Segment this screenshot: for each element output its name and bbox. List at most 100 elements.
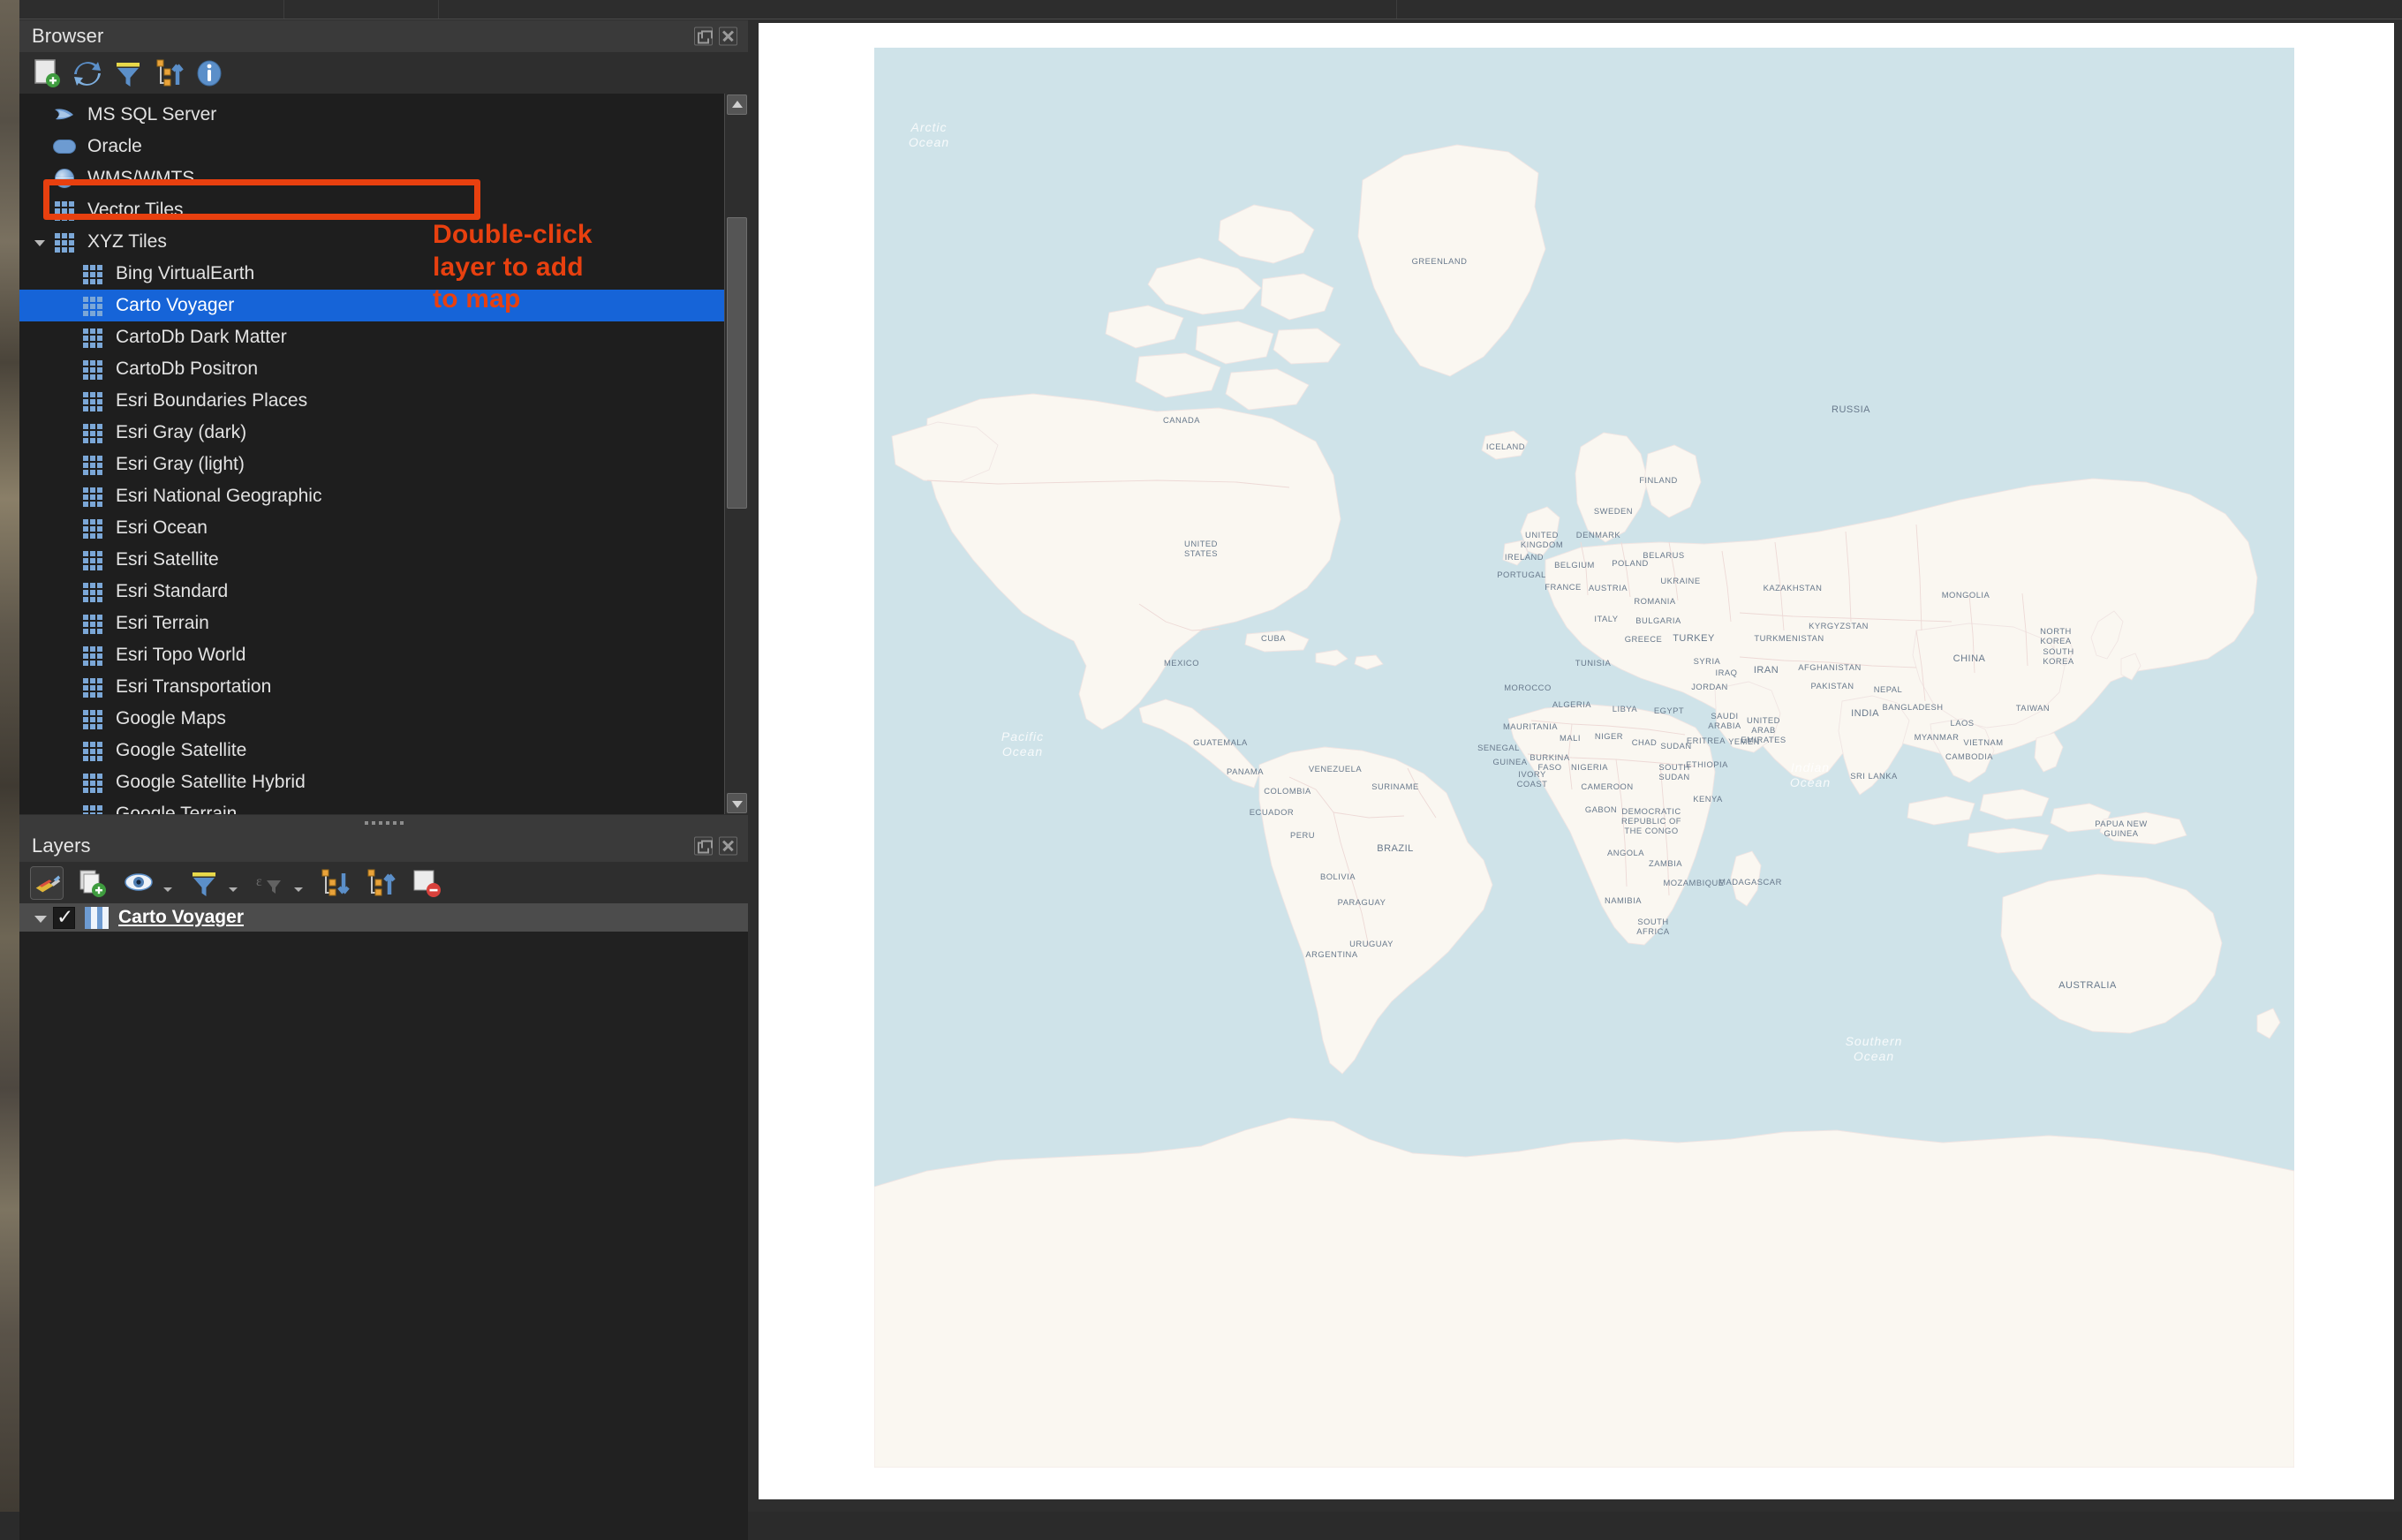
- browser-tree-item-label: Esri National Geographic: [116, 486, 322, 506]
- tiles-grid-icon: [83, 615, 102, 634]
- map-label: AUSTRALIA: [2058, 980, 2117, 991]
- browser-tree-item-esri-gray-dark[interactable]: Esri Gray (dark): [19, 417, 724, 449]
- browser-tree-item-cartodb-dark-matter[interactable]: CartoDb Dark Matter: [19, 321, 724, 353]
- tiles-grid-icon: [83, 328, 102, 348]
- browser-tree-item-cartodb-positron[interactable]: CartoDb Positron: [19, 353, 724, 385]
- browser-tree-item-esri-gray-light[interactable]: Esri Gray (light): [19, 449, 724, 480]
- map-basemap-carto-voyager[interactable]: GREENLAND ICELAND CANADA UNITED STATES MEXICO…: [874, 48, 2294, 1468]
- map-label: IRELAND: [1505, 552, 1544, 562]
- map-label: URUGUAY: [1349, 939, 1394, 948]
- splitter-grip: [364, 820, 404, 825]
- float-panel-icon[interactable]: [694, 836, 713, 856]
- map-label: NIGERIA: [1571, 762, 1608, 772]
- collapse-all-icon[interactable]: [152, 57, 185, 90]
- map-ocean-label: Arctic Ocean: [909, 120, 949, 149]
- map-label: MADAGASCAR: [1718, 877, 1782, 887]
- tiles-grid-icon: [55, 233, 74, 253]
- browser-tree-item-esri-satellite[interactable]: Esri Satellite: [19, 544, 724, 576]
- map-canvas-area[interactable]: GREENLAND ICELAND CANADA UNITED STATES MEXICO…: [756, 20, 2402, 1512]
- browser-tree-item-esri-ocean[interactable]: Esri Ocean: [19, 512, 724, 544]
- tiles-grid-icon: [83, 742, 102, 761]
- close-panel-icon[interactable]: [719, 26, 737, 46]
- map-label: BELARUS: [1643, 550, 1684, 560]
- browser-tree-item-vector-tiles[interactable]: Vector Tiles: [19, 194, 724, 226]
- info-icon[interactable]: [193, 57, 226, 90]
- browser-tree-item-esri-standard[interactable]: Esri Standard: [19, 576, 724, 608]
- browser-tree-item-label: MS SQL Server: [87, 104, 217, 125]
- expression-filter-dropdown-arrow[interactable]: [293, 866, 306, 900]
- browser-tree-item-xyz-tiles[interactable]: XYZ Tiles: [19, 226, 724, 258]
- layer-row[interactable]: Carto Voyager: [19, 903, 748, 932]
- layers-list[interactable]: Carto Voyager: [19, 903, 748, 1540]
- filter-icon[interactable]: [111, 57, 145, 90]
- scrollbar-thumb[interactable]: [727, 217, 747, 509]
- map-label: SWEDEN: [1594, 506, 1633, 516]
- visibility-dropdown-arrow[interactable]: [162, 866, 175, 900]
- map-label: GABON: [1585, 804, 1617, 814]
- browser-tree-item-google-terrain[interactable]: Google Terrain: [19, 798, 724, 814]
- tiles-grid-icon: [83, 551, 102, 570]
- map-label: ANGOLA: [1607, 848, 1644, 857]
- style-manager-icon[interactable]: [30, 865, 64, 900]
- tiles-icon: [79, 389, 108, 412]
- map-label: KAZAKHSTAN: [1764, 583, 1823, 593]
- browser-panel-title: Browser: [32, 25, 104, 47]
- map-label: ZAMBIA: [1649, 858, 1682, 868]
- browser-tree-item-google-satellite-hybrid[interactable]: Google Satellite Hybrid: [19, 766, 724, 798]
- tiles-icon: [79, 548, 108, 571]
- browser-tree-item-esri-national-geographic[interactable]: Esri National Geographic: [19, 480, 724, 512]
- scroll-up-icon[interactable]: [727, 94, 747, 115]
- filter-legend-icon[interactable]: [187, 866, 221, 900]
- filter-legend-dropdown-arrow[interactable]: [228, 866, 240, 900]
- map-label: FINLAND: [1639, 475, 1678, 485]
- chevron-down-icon[interactable]: [30, 903, 53, 932]
- browser-tree[interactable]: MS SQL Server Oracle WMS/WMTS Vector Tiles X…: [19, 94, 748, 814]
- expression-filter-icon[interactable]: ε: [253, 866, 286, 900]
- float-panel-icon[interactable]: [694, 26, 713, 46]
- browser-tree-item-esri-terrain[interactable]: Esri Terrain: [19, 608, 724, 639]
- browser-tree-item-oracle[interactable]: Oracle: [19, 131, 724, 162]
- map-label: UNITED STATES: [1184, 539, 1218, 558]
- map-label: LAOS: [1950, 718, 1974, 728]
- browser-tree-item-label: CartoDb Dark Matter: [116, 327, 287, 347]
- browser-tree-item-ms-sql-server[interactable]: MS SQL Server: [19, 99, 724, 131]
- browser-tree-item-wms-wmts[interactable]: WMS/WMTS: [19, 162, 724, 194]
- refresh-icon[interactable]: [71, 57, 104, 90]
- browser-tree-item-carto-voyager[interactable]: Carto Voyager: [19, 290, 724, 321]
- map-label: LIBYA: [1613, 704, 1638, 713]
- chevron-down-icon[interactable]: [28, 226, 51, 258]
- browser-tree-item-esri-topo-world[interactable]: Esri Topo World: [19, 639, 724, 671]
- tiles-icon: [79, 453, 108, 476]
- svg-text:ε: ε: [256, 874, 262, 889]
- visibility-icon[interactable]: [122, 866, 155, 900]
- browser-tree-item-google-maps[interactable]: Google Maps: [19, 703, 724, 735]
- map-label: BRAZIL: [1377, 843, 1414, 854]
- map-label: IVORY COAST: [1517, 769, 1548, 789]
- map-ocean-label: Pacific Ocean: [1001, 729, 1044, 759]
- browser-tree-item-label: WMS/WMTS: [87, 168, 195, 188]
- expand-all-icon[interactable]: [318, 866, 351, 900]
- qgis-main-window: Browser MS SQL Server Oracle WMS/WMTS Ve…: [19, 0, 2402, 1540]
- map-label: MEXICO: [1164, 658, 1199, 668]
- panel-splitter[interactable]: [19, 815, 748, 830]
- browser-tree-item-bing-virtualearth[interactable]: Bing VirtualEarth: [19, 258, 724, 290]
- scroll-down-icon[interactable]: [727, 793, 747, 813]
- map-label: ECUADOR: [1250, 807, 1294, 817]
- browser-tree-item-google-satellite[interactable]: Google Satellite: [19, 735, 724, 766]
- tiles-icon: [79, 676, 108, 698]
- map-label: MYANMAR: [1915, 732, 1960, 742]
- layer-visibility-checkbox[interactable]: [53, 904, 75, 929]
- tiles-icon: [79, 803, 108, 814]
- browser-tree-item-esri-transportation[interactable]: Esri Transportation: [19, 671, 724, 703]
- close-panel-icon[interactable]: [719, 836, 737, 856]
- browser-tree-item-esri-boundaries-places[interactable]: Esri Boundaries Places: [19, 385, 724, 417]
- collapse-all-icon[interactable]: [364, 866, 397, 900]
- add-group-icon[interactable]: [76, 866, 110, 900]
- remove-layer-icon[interactable]: [410, 866, 443, 900]
- map-label: NEPAL: [1874, 684, 1903, 694]
- add-layer-icon[interactable]: [30, 57, 64, 90]
- browser-tree-scrollbar[interactable]: [724, 94, 748, 814]
